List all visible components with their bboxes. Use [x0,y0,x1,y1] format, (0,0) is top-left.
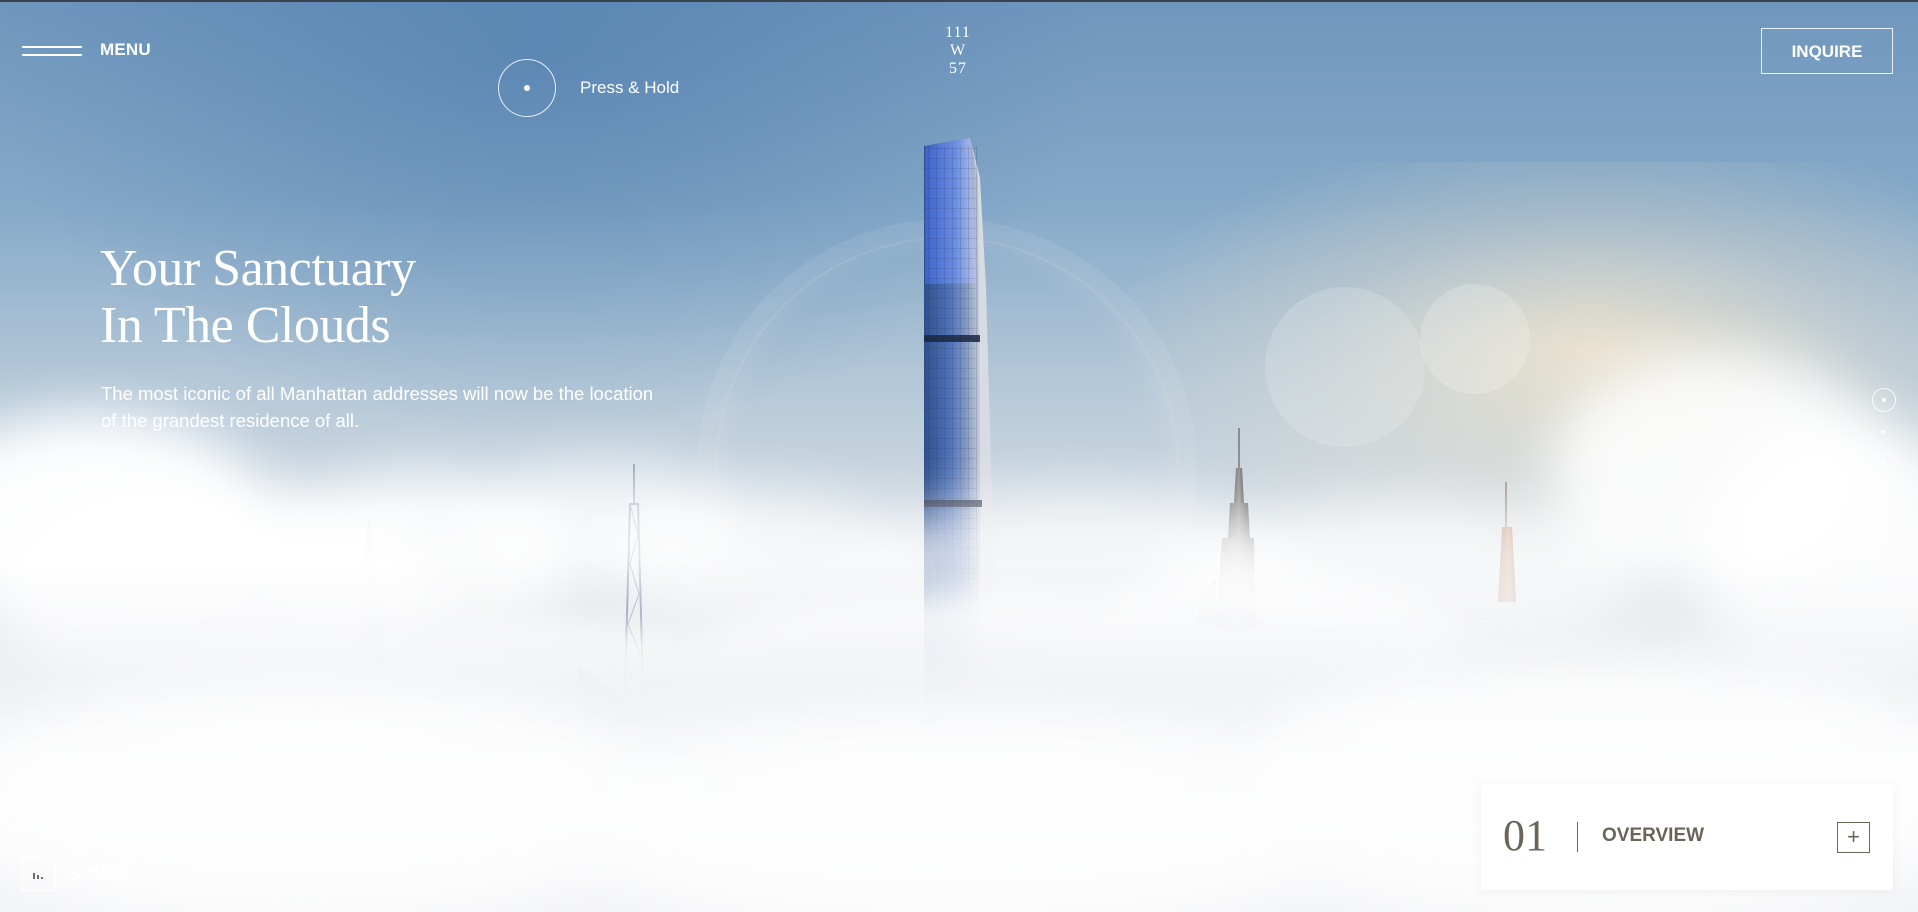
overview-card[interactable]: 01 OVERVIEW + [1481,784,1893,890]
headline-line: Your Sanctuary [100,240,416,297]
overview-label: OVERVIEW [1602,825,1705,846]
cloud-layer [0,352,1918,912]
logo-line: W [949,42,967,59]
inquire-button[interactable]: INQUIRE [1761,28,1893,74]
menu-button[interactable]: MENU [22,40,151,60]
sound-toggle[interactable]: SOUND [22,857,130,891]
press-hold-button[interactable]: Press & Hold [498,59,679,117]
logo-line: 57 [949,60,967,77]
section-dot[interactable] [1881,490,1885,494]
hero-stage: MENU Press & Hold 111 W 57 INQUIRE Your … [0,0,1918,912]
plus-icon[interactable]: + [1837,822,1870,853]
logo-line: 111 [945,24,971,41]
sound-label: SOUND [69,864,131,883]
section-nav [1872,388,1898,524]
section-dot[interactable] [1881,460,1885,464]
section-dot-active[interactable] [1872,388,1896,412]
overview-number: 01 [1503,811,1547,860]
press-hold-icon [498,59,556,117]
overview-divider [1577,822,1578,852]
section-dot[interactable] [1881,430,1885,434]
scroll-to-explore[interactable]: SCROLL TO EXPLORE [820,863,1098,883]
hamburger-icon [22,44,82,56]
press-hold-label: Press & Hold [580,78,680,97]
menu-label: MENU [100,40,151,59]
hero-headline: Your Sanctuary In The Clouds [100,240,620,354]
hero-subcopy: The most iconic of all Manhattan address… [101,383,654,431]
sound-bars-icon [22,857,56,891]
site-logo[interactable]: 111 W 57 [912,24,1004,78]
section-dot[interactable] [1881,520,1885,524]
headline-line: In The Clouds [100,297,391,354]
